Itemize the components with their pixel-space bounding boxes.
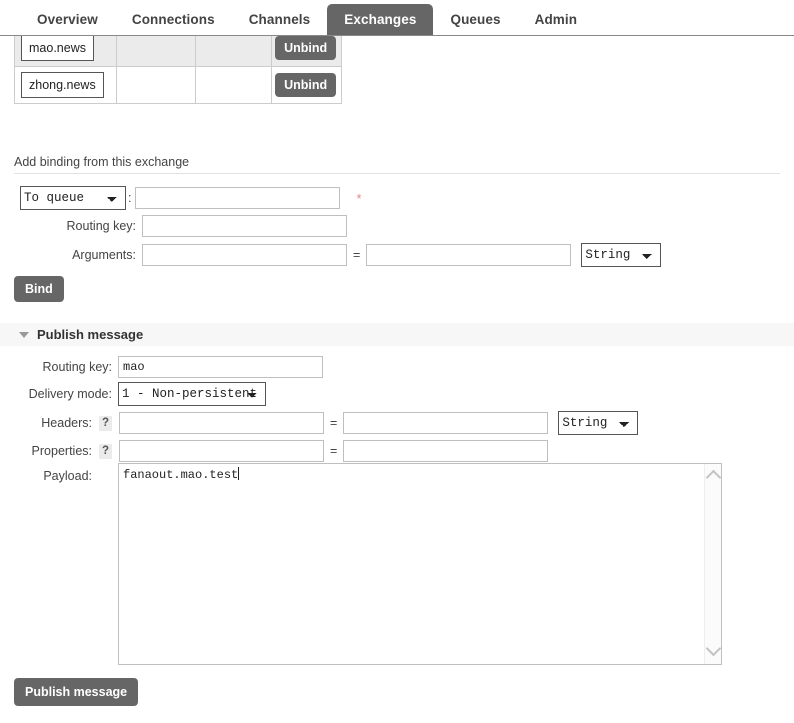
add-binding-heading-divider (14, 173, 780, 174)
tab-connections[interactable]: Connections (115, 4, 232, 35)
publish-headers-value-input[interactable] (343, 412, 548, 434)
publish-headers-row: Headers: ? = String Number Boolean List (20, 411, 638, 435)
publish-payload-label: Payload: (20, 469, 92, 483)
publish-properties-equals: = (330, 444, 337, 458)
tab-overview[interactable]: Overview (20, 4, 115, 35)
headers-help-icon[interactable]: ? (99, 416, 112, 431)
binding-destination-link[interactable]: zhong.news (21, 72, 104, 98)
binding-arguments-type-select[interactable]: String Number Boolean List (581, 243, 661, 267)
publish-properties-row: Properties: ? = (20, 440, 548, 462)
scroll-down-icon[interactable] (706, 641, 722, 657)
nav-divider (0, 35, 794, 36)
binding-destination-colon: : (128, 191, 131, 205)
binding-arguments-cell (196, 67, 272, 104)
binding-routing-key-input[interactable] (142, 215, 347, 237)
publish-headers-label: Headers: (20, 416, 92, 430)
properties-help-icon[interactable]: ? (99, 444, 112, 459)
publish-properties-value-input[interactable] (343, 440, 548, 462)
unbind-button[interactable]: Unbind (275, 36, 336, 60)
binding-arguments-equals: = (353, 248, 360, 262)
nav-tab-list: Overview Connections Channels Exchanges … (20, 4, 594, 35)
tab-admin-label: Admin (535, 12, 578, 27)
binding-arguments-key-input[interactable] (142, 244, 347, 266)
tab-exchanges-label: Exchanges (344, 12, 416, 27)
table-row: zhong.news Unbind (15, 67, 342, 104)
add-binding-heading: Add binding from this exchange (14, 155, 189, 169)
publish-payload-text: fanaout.mao.test (123, 467, 239, 482)
collapse-triangle-icon[interactable] (19, 332, 29, 338)
binding-routing-key-label: Routing key: (20, 219, 136, 233)
binding-destination-row: To queue To exchange : * (20, 186, 362, 210)
tab-overview-label: Overview (37, 12, 98, 27)
publish-routing-key-input[interactable] (118, 356, 323, 378)
publish-delivery-mode-label: Delivery mode: (20, 387, 112, 401)
publish-button-wrap: Publish message (14, 678, 138, 706)
bind-button-wrap: Bind (14, 276, 64, 302)
publish-message-title: Publish message (37, 327, 143, 342)
publish-message-button[interactable]: Publish message (14, 678, 138, 706)
tab-admin[interactable]: Admin (518, 4, 595, 35)
binding-arguments-row: Arguments: = String Number Boolean List (20, 243, 661, 267)
text-caret (238, 467, 239, 480)
publish-headers-type-select[interactable]: String Number Boolean List (558, 411, 638, 435)
publish-headers-key-input[interactable] (119, 412, 324, 434)
binding-destination-type-select[interactable]: To queue To exchange (20, 186, 126, 210)
main-navigation: Overview Connections Channels Exchanges … (0, 0, 794, 36)
tab-channels-label: Channels (249, 12, 311, 27)
tab-exchanges[interactable]: Exchanges (327, 4, 433, 35)
tab-connections-label: Connections (132, 12, 215, 27)
scroll-up-icon[interactable] (706, 470, 722, 486)
binding-action-cell: Unbind (272, 67, 342, 104)
tab-queues[interactable]: Queues (433, 4, 517, 35)
tab-channels[interactable]: Channels (232, 4, 328, 35)
publish-headers-equals: = (330, 416, 337, 430)
tab-queues-label: Queues (450, 12, 500, 27)
binding-arguments-value-input[interactable] (366, 244, 571, 266)
binding-routing-key-row: Routing key: (20, 215, 347, 237)
publish-properties-key-input[interactable] (119, 440, 324, 462)
binding-routing-key-cell (116, 67, 196, 104)
publish-message-section-header[interactable]: Publish message (0, 323, 794, 346)
publish-delivery-mode-select[interactable]: 1 - Non-persistent 2 - Persistent (118, 382, 266, 406)
publish-payload-textarea[interactable]: fanaout.mao.test (118, 463, 722, 665)
publish-delivery-mode-row: Delivery mode: 1 - Non-persistent 2 - Pe… (20, 382, 266, 406)
bind-button[interactable]: Bind (14, 276, 64, 302)
payload-scrollbar[interactable] (704, 464, 721, 664)
binding-arguments-label: Arguments: (20, 248, 136, 262)
binding-destination-link[interactable]: mao.news (21, 35, 94, 61)
binding-destination-input[interactable] (135, 187, 340, 209)
publish-routing-key-label: Routing key: (20, 360, 112, 374)
bindings-table: mao.news Unbind zhong.news Unbind (14, 29, 342, 104)
required-marker: * (356, 191, 361, 206)
unbind-button[interactable]: Unbind (275, 73, 336, 97)
binding-destination-cell: zhong.news (15, 67, 117, 104)
publish-properties-label: Properties: (20, 444, 92, 458)
publish-payload-value: fanaout.mao.test (123, 468, 238, 482)
publish-routing-key-row: Routing key: (20, 356, 323, 378)
